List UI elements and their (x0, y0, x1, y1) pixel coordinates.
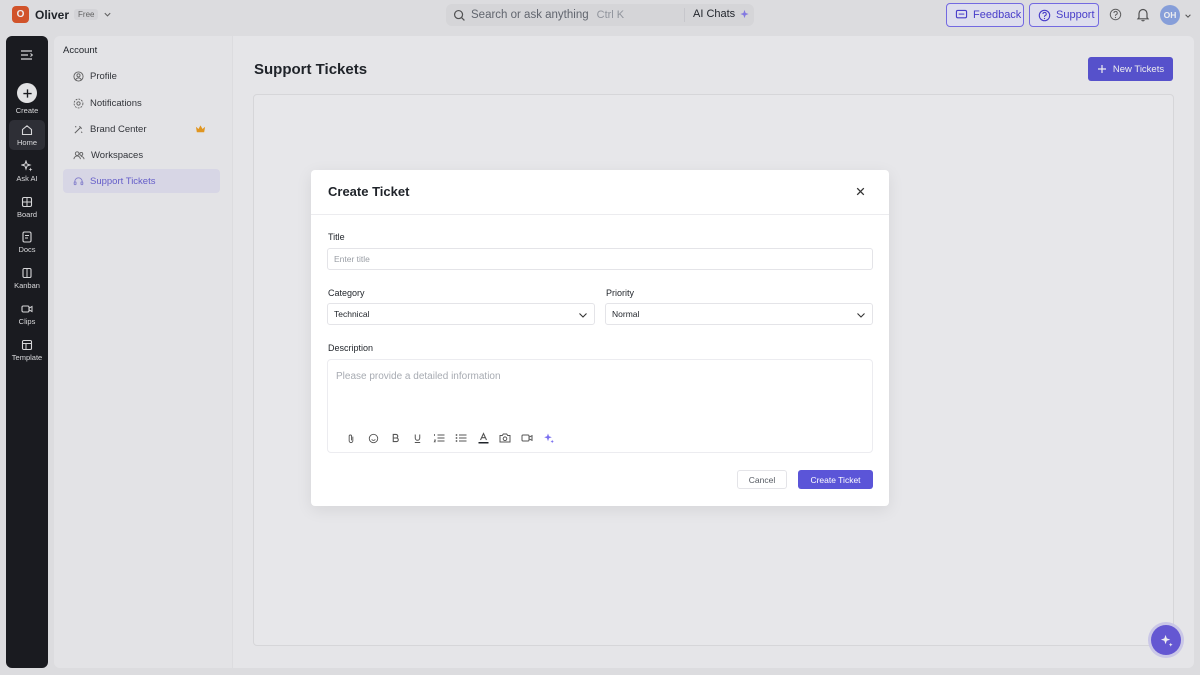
chevron-down-icon (578, 310, 588, 320)
title-label: Title (328, 232, 345, 242)
attachment-icon[interactable] (340, 430, 362, 446)
category-select[interactable]: Technical (327, 303, 595, 325)
numbered-list-icon[interactable] (428, 430, 450, 446)
description-editor[interactable]: Please provide a detailed information (327, 359, 873, 453)
priority-select[interactable]: Normal (605, 303, 873, 325)
priority-label: Priority (606, 288, 635, 298)
priority-value: Normal (612, 309, 640, 319)
video-icon[interactable] (516, 430, 538, 446)
camera-icon[interactable] (494, 430, 516, 446)
category-label: Category (328, 288, 365, 298)
emoji-icon[interactable] (362, 430, 384, 446)
description-placeholder: Please provide a detailed information (336, 371, 501, 382)
underline-icon[interactable] (406, 430, 428, 446)
dialog-title: Create Ticket (328, 184, 410, 199)
editor-toolbar (340, 430, 560, 446)
text-color-icon[interactable] (472, 430, 494, 446)
title-placeholder: Enter title (334, 254, 370, 264)
create-ticket-button[interactable]: Create Ticket (798, 470, 873, 489)
ai-sparkle-icon[interactable] (538, 430, 560, 446)
create-ticket-dialog: Create Ticket Title Enter title Category… (311, 170, 889, 506)
close-icon[interactable] (855, 186, 866, 197)
category-value: Technical (334, 309, 370, 319)
cancel-button[interactable]: Cancel (737, 470, 787, 489)
bold-icon[interactable] (384, 430, 406, 446)
title-input[interactable]: Enter title (327, 248, 873, 270)
chevron-down-icon (856, 310, 866, 320)
bullet-list-icon[interactable] (450, 430, 472, 446)
description-label: Description (328, 343, 374, 353)
dialog-divider (311, 214, 889, 215)
